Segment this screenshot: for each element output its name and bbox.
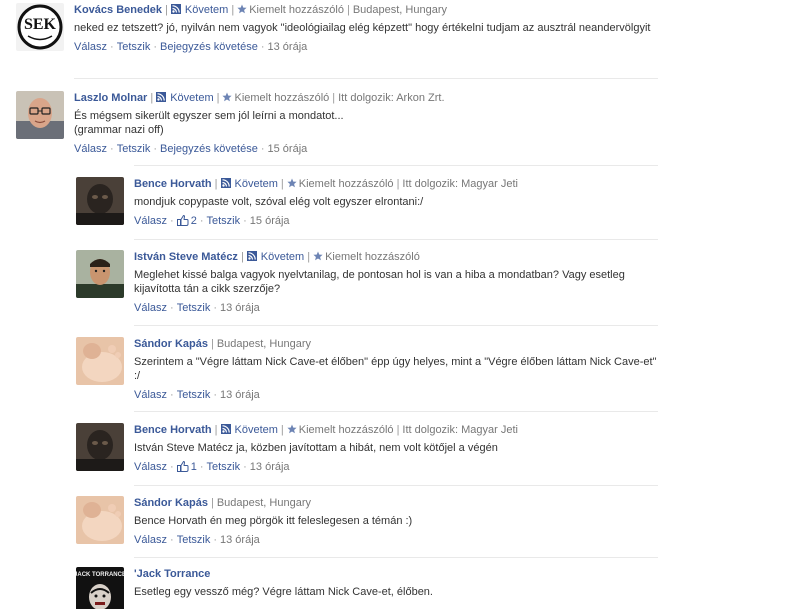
divider [134, 557, 658, 558]
thumbs-up-icon[interactable] [176, 461, 189, 472]
comment-text: mondjuk copypaste volt, szóval elég volt… [134, 196, 424, 208]
svg-text:JACK TORRANCE: JACK TORRANCE [76, 572, 124, 578]
featured-label: Kiemelt hozzászóló [298, 424, 394, 436]
author-name[interactable]: István Steve Matécz [134, 251, 238, 263]
comment-text: István Steve Matécz ja, közben javította… [134, 442, 498, 454]
divider [134, 411, 658, 412]
divider [134, 165, 658, 166]
star-icon [287, 424, 297, 434]
like-link[interactable]: Tetszik [117, 143, 151, 155]
reply-link[interactable]: Válasz [74, 143, 107, 155]
author-name[interactable]: Sándor Kapás [134, 338, 208, 350]
divider [74, 78, 658, 79]
like-link[interactable]: Tetszik [177, 389, 211, 401]
timestamp[interactable]: 13 órája [250, 461, 290, 473]
author-name[interactable]: Bence Horvath [134, 178, 212, 190]
comment-text: Meglehet kissé balga vagyok nyelvtanilag… [134, 269, 628, 295]
comment-text: És mégsem sikerült egyszer sem jól leírn… [74, 110, 344, 136]
author-name[interactable]: Kovács Benedek [74, 4, 162, 16]
comment-thread: SEK Kovács Benedek | Követem | Kiemelt hozzá… [0, 0, 800, 609]
author-name[interactable]: Laszlo Molnar [74, 92, 147, 104]
rss-icon [156, 92, 167, 102]
follow-link[interactable]: Követem [235, 178, 278, 190]
rss-icon [246, 251, 257, 261]
follow-link[interactable]: Követem [261, 251, 304, 263]
like-link[interactable]: Tetszik [177, 534, 211, 546]
avatar[interactable] [76, 423, 124, 471]
avatar[interactable] [16, 91, 64, 139]
author-name[interactable]: 'Jack Torrance [134, 568, 210, 580]
divider [134, 239, 658, 240]
like-link[interactable]: Tetszik [177, 302, 211, 314]
author-location: Budapest, Hungary [216, 497, 311, 509]
rss-icon [220, 178, 231, 188]
thumbs-up-icon[interactable] [176, 215, 189, 226]
comment-text: Bence Horvath én meg pörgök itt felesleg… [134, 515, 413, 527]
rss-icon [220, 424, 231, 434]
author-workplace: Itt dolgozik: Magyar Jeti [402, 178, 518, 190]
follow-link[interactable]: Követem [185, 4, 228, 16]
featured-label: Kiemelt hozzászóló [325, 251, 420, 263]
star-icon [287, 178, 297, 188]
reply-link[interactable]: Válasz [134, 534, 167, 546]
avatar[interactable] [76, 177, 124, 225]
follow-link[interactable]: Követem [235, 424, 278, 436]
author-workplace: Itt dolgozik: Arkon Zrt. [338, 92, 445, 104]
avatar[interactable]: SEK [16, 3, 64, 51]
star-icon [237, 4, 247, 14]
author-name[interactable]: Sándor Kapás [134, 497, 208, 509]
star-icon [313, 251, 323, 261]
follow-link[interactable]: Követem [170, 92, 213, 104]
like-link[interactable]: Tetszik [207, 215, 241, 227]
author-location: Budapest, Hungary [216, 338, 311, 350]
like-link[interactable]: Tetszik [207, 461, 241, 473]
avatar[interactable]: JACK TORRANCE [76, 567, 124, 609]
timestamp[interactable]: 15 órája [250, 215, 290, 227]
author-name[interactable]: Bence Horvath [134, 424, 212, 436]
author-location: Budapest, Hungary [352, 4, 447, 16]
timestamp[interactable]: 15 órája [268, 143, 308, 155]
timestamp[interactable]: 13 órája [220, 302, 260, 314]
featured-label: Kiemelt hozzászóló [234, 92, 330, 104]
svg-text:SEK: SEK [24, 16, 57, 33]
like-link[interactable]: Tetszik [117, 41, 151, 53]
featured-label: Kiemelt hozzászóló [298, 178, 394, 190]
divider [134, 325, 658, 326]
follow-post-link[interactable]: Bejegyzés követése [160, 143, 258, 155]
like-count[interactable]: 2 [191, 215, 197, 227]
author-workplace: Itt dolgozik: Magyar Jeti [402, 424, 518, 436]
divider [134, 485, 658, 486]
timestamp[interactable]: 13 órája [220, 389, 260, 401]
reply-link[interactable]: Válasz [134, 461, 167, 473]
reply-link[interactable]: Válasz [74, 41, 107, 53]
avatar[interactable] [76, 250, 124, 298]
avatar[interactable] [76, 496, 124, 544]
timestamp[interactable]: 13 órája [268, 41, 308, 53]
avatar[interactable] [76, 337, 124, 385]
featured-label: Kiemelt hozzászóló [249, 4, 344, 16]
comment-text: neked ez tetszett? jó, nyilván nem vagyo… [74, 22, 651, 34]
rss-icon [170, 4, 181, 14]
reply-link[interactable]: Válasz [134, 215, 167, 227]
like-count[interactable]: 1 [191, 461, 197, 473]
follow-post-link[interactable]: Bejegyzés követése [160, 41, 258, 53]
reply-link[interactable]: Válasz [134, 389, 167, 401]
timestamp[interactable]: 13 órája [220, 534, 260, 546]
comment-text: Esetleg egy vessző még? Végre láttam Nic… [134, 586, 433, 598]
star-icon [222, 92, 233, 102]
comment-text: Szerintem a "Végre láttam Nick Cave-et é… [134, 356, 660, 382]
reply-link[interactable]: Válasz [134, 302, 167, 314]
